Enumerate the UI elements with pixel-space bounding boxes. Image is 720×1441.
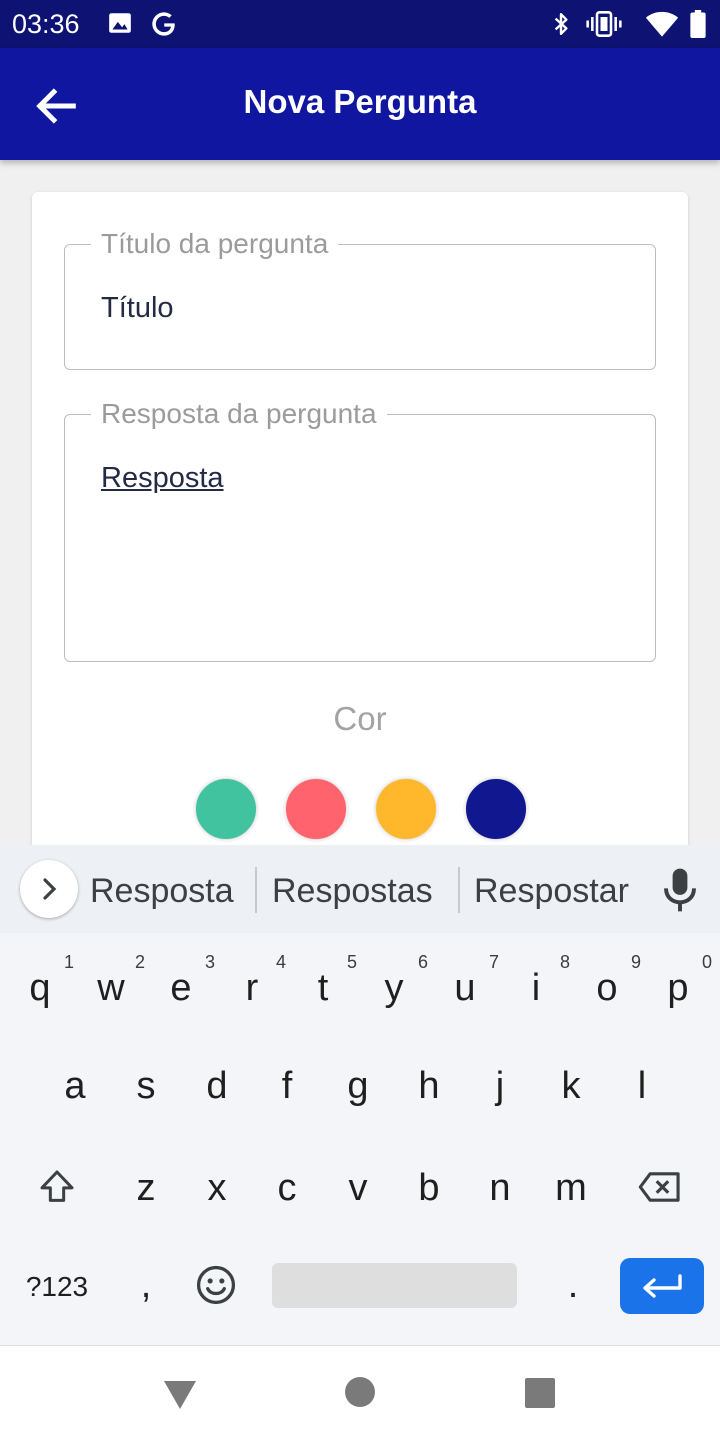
key-c[interactable]: c xyxy=(251,1166,323,1210)
suggestion-divider xyxy=(255,867,257,913)
shift-icon[interactable] xyxy=(21,1165,93,1217)
color-swatch-orange[interactable] xyxy=(375,778,437,840)
status-bar: 03:36 xyxy=(0,0,720,48)
key-d[interactable]: d xyxy=(181,1064,253,1108)
color-swatch-red[interactable] xyxy=(285,778,347,840)
key-j[interactable]: j xyxy=(464,1064,536,1108)
battery-icon xyxy=(690,10,706,43)
answer-field[interactable]: Resposta da pergunta Resposta xyxy=(64,397,656,662)
recents-square-icon[interactable] xyxy=(524,1377,556,1414)
key-h[interactable]: h xyxy=(393,1064,465,1108)
enter-arrow-icon xyxy=(620,1274,704,1318)
emoji-icon[interactable] xyxy=(180,1263,252,1317)
key-z[interactable]: z xyxy=(110,1166,182,1210)
google-icon xyxy=(150,10,178,43)
key-e[interactable]: e3 xyxy=(145,952,217,1010)
key-q[interactable]: q1 xyxy=(4,952,76,1010)
backspace-icon[interactable] xyxy=(624,1165,696,1217)
key-k[interactable]: k xyxy=(535,1064,607,1108)
wifi-icon xyxy=(645,10,679,43)
key-i[interactable]: i8 xyxy=(500,952,572,1010)
answer-field-value[interactable]: Resposta xyxy=(101,461,224,495)
key-f[interactable]: f xyxy=(251,1064,323,1108)
suggestion-3[interactable]: Respostar xyxy=(474,871,629,911)
key-p[interactable]: p0 xyxy=(642,952,714,1010)
color-swatch-navy[interactable] xyxy=(465,778,527,840)
suggestion-strip: Resposta Respostas Respostar xyxy=(0,845,720,933)
suggestion-1[interactable]: Resposta xyxy=(90,871,234,911)
color-swatch-green[interactable] xyxy=(195,778,257,840)
key-w[interactable]: w2 xyxy=(75,952,147,1010)
key-u[interactable]: u7 xyxy=(429,952,501,1010)
key-m[interactable]: m xyxy=(535,1166,607,1210)
nav-bar xyxy=(0,1345,720,1441)
key-comma[interactable]: , xyxy=(110,1263,182,1307)
page-title: Nova Pergunta xyxy=(243,83,477,120)
microphone-icon[interactable] xyxy=(660,867,700,913)
key-period[interactable]: . xyxy=(537,1263,609,1307)
image-icon xyxy=(107,10,133,41)
key-o[interactable]: o9 xyxy=(571,952,643,1010)
title-field-value[interactable]: Título xyxy=(101,291,174,325)
key-y[interactable]: y6 xyxy=(358,952,430,1010)
title-field-label: Título da pergunta xyxy=(91,227,339,261)
key-a[interactable]: a xyxy=(39,1064,111,1108)
title-field[interactable]: Título da pergunta Título xyxy=(64,227,656,370)
space-bar[interactable] xyxy=(272,1263,517,1308)
chevron-right-icon[interactable] xyxy=(20,860,78,918)
key-b[interactable]: b xyxy=(393,1166,465,1210)
bluetooth-icon xyxy=(548,10,574,43)
key-r[interactable]: r4 xyxy=(216,952,288,1010)
app-bar: Nova Pergunta xyxy=(0,48,720,160)
key-g[interactable]: g xyxy=(322,1064,394,1108)
suggestion-divider xyxy=(458,867,460,913)
keyboard: q1 w2 e3 r4 t5 y6 u7 i8 o9 p0 a s d f g … xyxy=(0,933,720,1345)
home-circle-icon[interactable] xyxy=(344,1376,376,1413)
key-s[interactable]: s xyxy=(110,1064,182,1108)
symbols-key[interactable]: ?123 xyxy=(12,1265,102,1309)
back-triangle-icon[interactable] xyxy=(162,1378,198,1415)
key-n[interactable]: n xyxy=(464,1166,536,1210)
answer-field-label: Resposta da pergunta xyxy=(91,397,387,431)
key-v[interactable]: v xyxy=(322,1166,394,1210)
vibrate-icon xyxy=(586,10,622,43)
status-time: 03:36 xyxy=(12,9,80,39)
color-label: Cor xyxy=(333,700,387,737)
enter-key[interactable] xyxy=(620,1258,704,1314)
suggestion-2[interactable]: Respostas xyxy=(272,871,433,911)
key-x[interactable]: x xyxy=(181,1166,253,1210)
key-l[interactable]: l xyxy=(606,1064,678,1108)
key-t[interactable]: t5 xyxy=(287,952,359,1010)
